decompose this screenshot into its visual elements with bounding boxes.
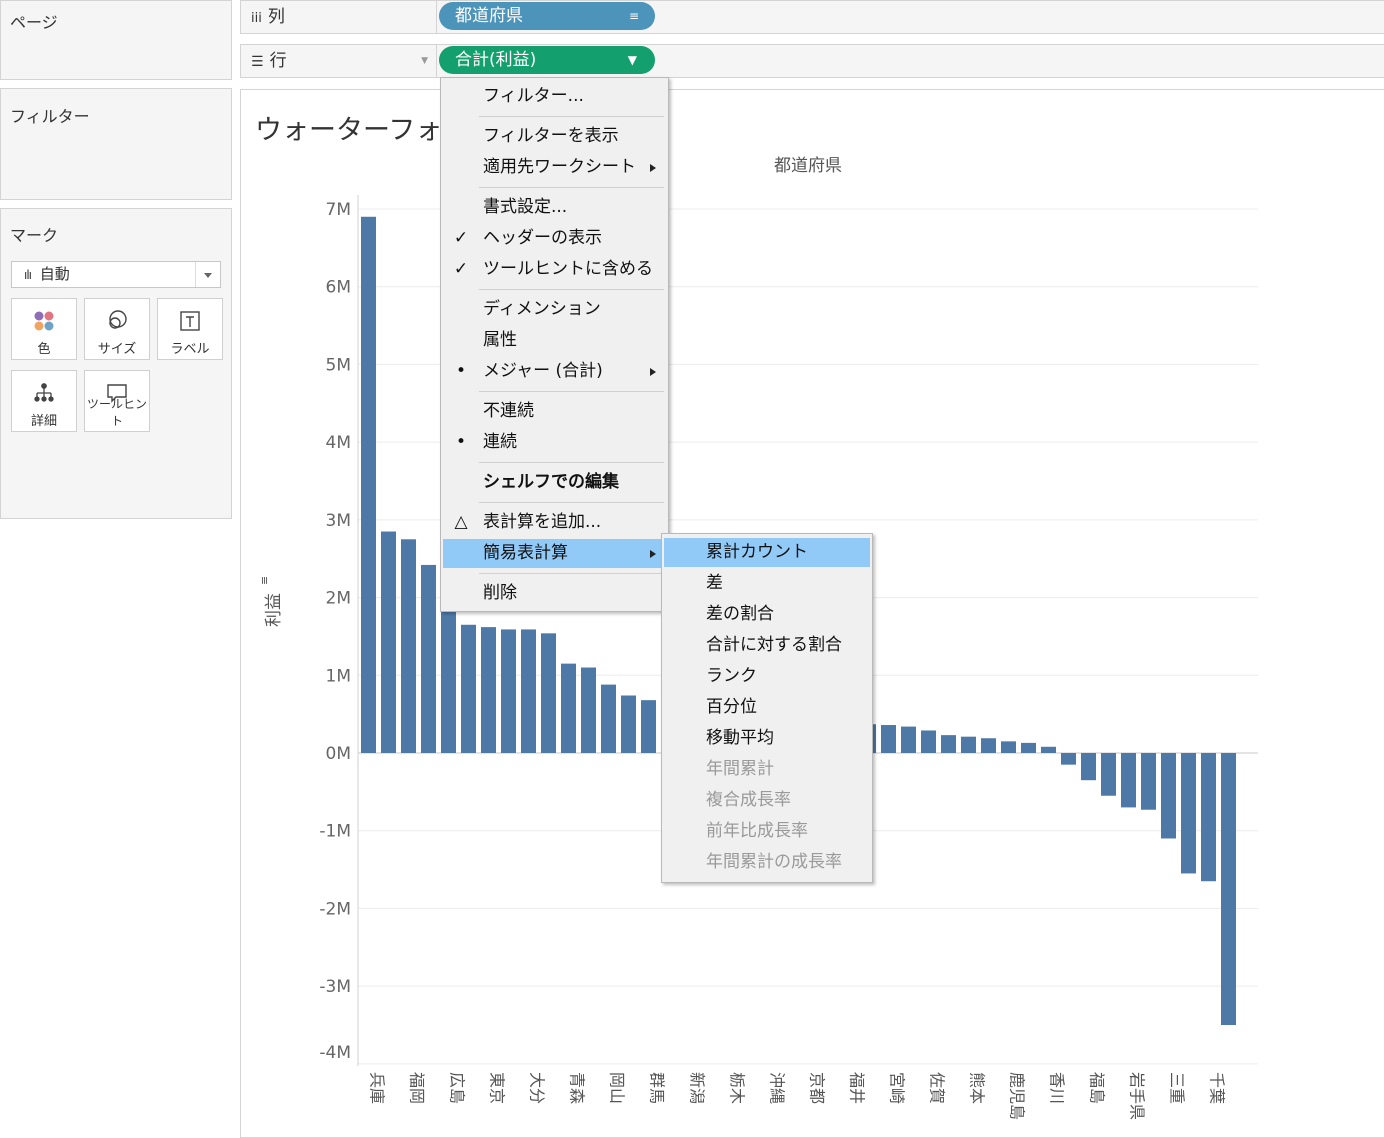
detail-button[interactable]: 詳細 — [11, 370, 77, 432]
menu-item[interactable]: シェルフでの編集 — [443, 468, 666, 497]
chevron-down-icon[interactable]: ▼ — [421, 45, 428, 77]
menu-item-label: 不連続 — [483, 401, 534, 421]
menu-item[interactable]: ディメンション — [443, 295, 666, 324]
label-button[interactable]: ラベル — [157, 298, 223, 360]
chevron-down-icon[interactable] — [195, 262, 220, 287]
quick-table-calc-submenu: 累計カウント差差の割合 合計に対する割合 ランク 百分位 移動平均年間累計複合成長率前年… — [661, 533, 873, 883]
submenu-item[interactable]: 差の割合 — [664, 600, 870, 629]
size-circles-icon — [85, 309, 149, 333]
menu-item[interactable]: 削除 — [443, 579, 666, 608]
menu-separator — [479, 187, 664, 188]
color-label: 色 — [37, 342, 51, 357]
menu-item[interactable]: フィルターを表示 — [443, 122, 666, 151]
submenu-item[interactable]: 合計に対する割合 — [664, 631, 870, 660]
menu-item-label: 表計算を追加... — [483, 512, 602, 532]
submenu-item: 前年比成長率 — [706, 821, 808, 841]
filters-card[interactable]: フィルター — [0, 88, 232, 200]
menu-item-label: フィルターを表示 — [483, 126, 619, 146]
menu-item[interactable]: 簡易表計算 — [443, 539, 666, 568]
submenu-item[interactable]: 累計カウント — [664, 538, 870, 567]
rows-shelf[interactable]: ☰ 行 ▼ 合計(利益) ▼ — [240, 44, 1384, 78]
menu-item[interactable]: 適用先ワークシート — [443, 153, 666, 182]
menu-item-label: 簡易表計算 — [483, 543, 568, 563]
columns-shelf[interactable]: iii 列 都道府県 ≡ — [240, 0, 1384, 34]
menu-item-label: ツールヒントに含める — [483, 259, 653, 279]
detail-tree-icon — [12, 381, 76, 405]
delta-icon: △ — [454, 512, 468, 532]
size-label: サイズ — [97, 342, 137, 357]
menu-item-label: メジャー (合計) — [483, 361, 603, 381]
submenu-item[interactable]: 移動平均 — [664, 724, 870, 753]
bar-chart-icon: ılı — [24, 268, 32, 282]
chevron-down-icon[interactable]: ▼ — [628, 46, 637, 74]
prefecture-pill[interactable]: 都道府県 ≡ — [439, 2, 655, 30]
menu-separator — [479, 116, 664, 117]
menu-item[interactable]: • 連続 — [443, 428, 666, 457]
submenu-item[interactable]: ランク — [664, 662, 870, 691]
menu-item[interactable]: フィルター... — [443, 82, 666, 111]
check-icon: ✓ — [453, 228, 469, 248]
columns-icon: iii — [251, 11, 262, 26]
bullet-icon: • — [455, 361, 467, 381]
size-button[interactable]: サイズ — [84, 298, 150, 360]
menu-separator — [479, 391, 664, 392]
menu-separator — [479, 462, 664, 463]
pages-title: ページ — [10, 13, 58, 32]
check-icon: ✓ — [453, 259, 469, 279]
menu-item[interactable]: 不連続 — [443, 397, 666, 426]
rows-icon: ☰ — [251, 54, 264, 70]
pill-context-menu: フィルター... フィルターを表示 適用先ワークシート 書式設定... ✓ ヘッダーの表示… — [440, 77, 669, 612]
columns-shelf-label: iii 列 — [241, 1, 437, 33]
mark-type-dropdown[interactable]: ılı 自動 — [11, 261, 221, 288]
tooltip-label: ツールヒント — [86, 397, 147, 428]
filters-title: フィルター — [10, 107, 90, 126]
label-label: ラベル — [170, 342, 210, 357]
marks-card: マーク ılı 自動 色 サイズ ラベル 詳細 ツールヒント — [0, 208, 232, 519]
sort-icon[interactable]: ≡ — [629, 2, 639, 30]
menu-item-label: シェルフでの編集 — [483, 472, 619, 492]
menu-item-label: ヘッダーの表示 — [483, 228, 602, 248]
menu-item[interactable]: 属性 — [443, 326, 666, 355]
menu-item-label: 適用先ワークシート — [483, 157, 636, 177]
sum-profit-pill[interactable]: 合計(利益) ▼ — [439, 46, 655, 74]
menu-item[interactable]: △ 表計算を追加... — [443, 508, 666, 537]
submenu-arrow-icon — [650, 368, 656, 376]
color-dots-icon — [12, 309, 76, 333]
submenu-item[interactable]: 百分位 — [664, 693, 870, 722]
pages-card[interactable]: ページ — [0, 0, 232, 80]
rows-shelf-label: ☰ 行 ▼ — [241, 45, 437, 77]
bullet-icon: • — [455, 432, 467, 452]
menu-item-label: 連続 — [483, 432, 517, 452]
menu-item[interactable]: • メジャー (合計) — [443, 357, 666, 386]
menu-item-label: ディメンション — [483, 299, 601, 319]
menu-separator — [479, 573, 664, 574]
color-button[interactable]: 色 — [11, 298, 77, 360]
marks-title: マーク — [10, 226, 59, 245]
submenu-item: 複合成長率 — [706, 790, 791, 810]
submenu-arrow-icon — [650, 164, 656, 172]
label-t-icon — [158, 309, 222, 333]
tooltip-button[interactable]: ツールヒント — [84, 370, 150, 432]
menu-separator — [479, 502, 664, 503]
submenu-item[interactable]: 差 — [664, 569, 870, 598]
mark-type-value: 自動 — [39, 265, 70, 283]
menu-item-label: フィルター... — [483, 86, 584, 106]
detail-label: 詳細 — [30, 414, 57, 429]
menu-item-label: 書式設定... — [483, 197, 568, 217]
menu-item-label: 削除 — [483, 583, 517, 603]
menu-item[interactable]: 書式設定... — [443, 193, 666, 222]
submenu-item: 年間累計の成長率 — [706, 852, 842, 872]
menu-item-label: 属性 — [483, 330, 517, 350]
submenu-item: 年間累計 — [706, 759, 774, 779]
submenu-arrow-icon — [650, 550, 656, 558]
menu-item[interactable]: ✓ ヘッダーの表示 — [443, 224, 666, 253]
menu-item[interactable]: ✓ ツールヒントに含める — [443, 255, 666, 284]
menu-separator — [479, 289, 664, 290]
